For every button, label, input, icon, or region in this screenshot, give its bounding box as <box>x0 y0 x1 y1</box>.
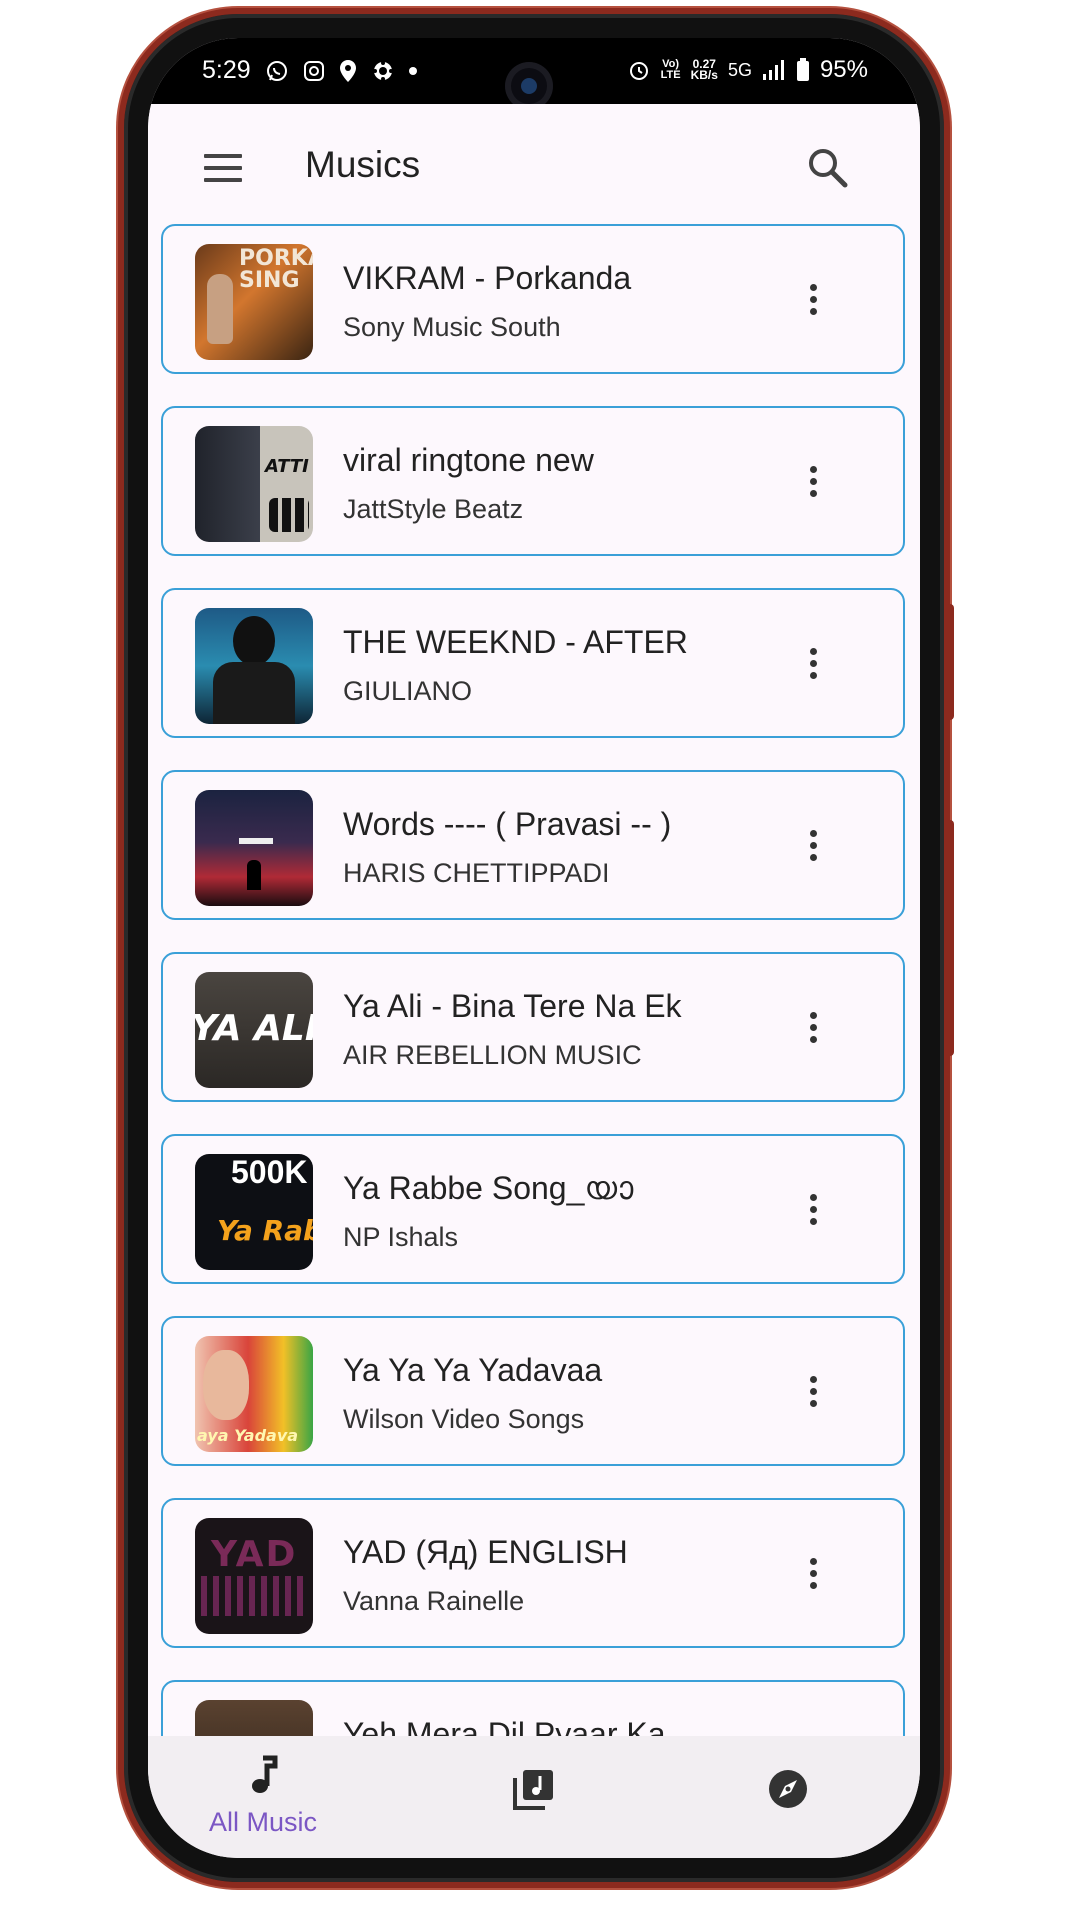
figure-body-graphic <box>213 662 295 724</box>
airplane-graphic <box>239 838 273 844</box>
album-art-thumbnail: ATTI <box>195 426 313 542</box>
more-options-icon[interactable] <box>803 284 823 322</box>
person-silhouette-graphic <box>247 860 261 890</box>
song-title: Yeh Mera Dil Pyaar Ka <box>343 1716 666 1736</box>
album-art-thumbnail <box>195 790 313 906</box>
song-title: viral ringtone new <box>343 442 594 478</box>
more-options-icon[interactable] <box>803 1194 823 1232</box>
song-card[interactable]: Words ---- ( Pravasi -- ) HARIS CHETTIPP… <box>161 770 905 920</box>
song-title: VIKRAM - Porkanda <box>343 260 632 296</box>
phone-side-button <box>946 820 954 1056</box>
nav-all-music[interactable]: All Music <box>198 1754 328 1838</box>
whatsapp-icon <box>266 60 287 81</box>
location-pin-icon <box>339 59 356 82</box>
song-card[interactable]: YAD YAD (Яд) ENGLISH Vanna Rainelle <box>161 1498 905 1648</box>
song-card[interactable]: 500K Ya Rab Ya Rabbe Song_യാ NP Ishals <box>161 1134 905 1284</box>
album-art-thumbnail: aya Yadava <box>195 1336 313 1452</box>
nav-explore[interactable] <box>766 1768 810 1815</box>
figure-graphic <box>233 616 275 666</box>
song-title: YAD (Яд) ENGLISH <box>343 1534 628 1570</box>
views-badge-graphic: 500K <box>231 1154 308 1190</box>
more-options-icon[interactable] <box>803 1376 823 1414</box>
song-artist: JattStyle Beatz <box>343 494 524 524</box>
thumbnail-text: YAD <box>211 1534 298 1575</box>
album-art-thumbnail: YA ALI <box>195 972 313 1088</box>
thumbnail-text: Ya Rab <box>217 1214 313 1247</box>
signal-icon <box>762 60 784 80</box>
volte-indicator: Vo) LTE <box>660 58 681 81</box>
face-graphic <box>203 1350 249 1420</box>
thumbnail-text: PORKA SING <box>239 246 313 293</box>
more-options-icon[interactable] <box>803 1012 823 1050</box>
album-art-thumbnail <box>195 1700 313 1736</box>
album-art-thumbnail: 500K Ya Rab <box>195 1154 313 1270</box>
network-speed: 0.27 KB/s <box>690 57 718 82</box>
thumbnail-text: YA ALI <box>195 1008 313 1049</box>
song-artist: Wilson Video Songs <box>343 1404 585 1434</box>
song-artist: Sony Music South <box>343 312 561 342</box>
song-card[interactable]: Yeh Mera Dil Pyaar Ka <box>161 1680 905 1736</box>
hamburger-menu-icon[interactable] <box>204 154 242 182</box>
thumbnail-text: ATTI <box>265 456 309 477</box>
bottom-navigation: All Music <box>148 1736 920 1858</box>
notification-dot-icon <box>408 66 417 75</box>
compass-explore-icon <box>769 1770 807 1808</box>
library-music-icon <box>513 1770 553 1810</box>
instagram-icon <box>303 60 324 81</box>
battery-icon <box>796 58 809 81</box>
song-list[interactable]: PORKA SING VIKRAM - Porkanda Sony Music … <box>148 224 920 1736</box>
song-title: Ya Rabbe Song_യാ <box>343 1170 634 1206</box>
album-art-thumbnail: YAD <box>195 1518 313 1634</box>
song-card[interactable]: ATTI viral ringtone new JattStyle Beatz <box>161 406 905 556</box>
song-card[interactable]: PORKA SING VIKRAM - Porkanda Sony Music … <box>161 224 905 374</box>
screen: 5:29 Vo) LTE 0.27 KB/s 5G 95% Musics POR… <box>148 38 920 1858</box>
settings-gear-icon <box>372 60 393 81</box>
song-card[interactable]: aya Yadava Ya Ya Ya Yadavaa Wilson Video… <box>161 1316 905 1466</box>
song-card[interactable]: THE WEEKND - AFTER GIULIANO <box>161 588 905 738</box>
network-type: 5G <box>727 59 752 80</box>
album-art-thumbnail: PORKA SING <box>195 244 313 360</box>
song-artist: GIULIANO <box>343 676 473 706</box>
status-time: 5:29 <box>202 56 251 84</box>
song-title: THE WEEKND - AFTER <box>343 624 688 660</box>
front-camera <box>505 62 553 110</box>
song-title: Ya Ya Ya Yadavaa <box>343 1352 603 1388</box>
more-options-icon[interactable] <box>803 1558 823 1596</box>
song-artist: HARIS CHETTIPPADI <box>343 858 610 888</box>
music-note-icon <box>252 1755 278 1793</box>
song-title: Words ---- ( Pravasi -- ) <box>343 806 672 842</box>
song-card[interactable]: YA ALI Ya Ali - Bina Tere Na Ek AIR REBE… <box>161 952 905 1102</box>
more-options-icon[interactable] <box>803 466 823 504</box>
glow-text-graphic <box>201 1576 307 1616</box>
waveform-graphic <box>269 498 309 532</box>
phone-side-button <box>946 604 954 720</box>
album-art-thumbnail <box>195 608 313 724</box>
more-options-icon[interactable] <box>803 830 823 868</box>
alarm-icon <box>629 62 648 80</box>
page-title: Musics <box>305 144 421 185</box>
hand-graphic <box>207 274 233 344</box>
battery-percent: 95% <box>819 56 868 83</box>
app-bar: Musics <box>148 104 920 230</box>
nav-all-music-label: All Music <box>208 1807 317 1837</box>
song-title: Ya Ali - Bina Tere Na Ek <box>343 988 682 1024</box>
song-artist: AIR REBELLION MUSIC <box>343 1040 642 1070</box>
nav-library[interactable] <box>512 1768 556 1815</box>
song-artist: Vanna Rainelle <box>343 1586 525 1616</box>
thumbnail-text: aya Yadava <box>197 1426 299 1445</box>
song-artist: NP Ishals <box>343 1222 459 1252</box>
more-options-icon[interactable] <box>803 648 823 686</box>
search-icon[interactable] <box>806 146 848 188</box>
status-bar: 5:29 Vo) LTE 0.27 KB/s 5G 95% <box>148 38 920 110</box>
